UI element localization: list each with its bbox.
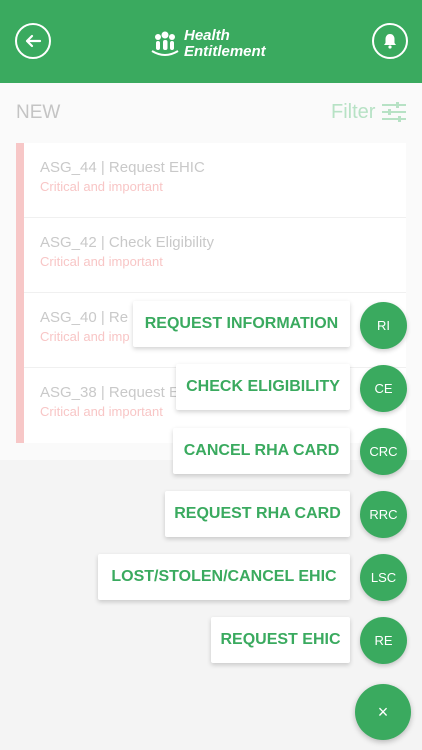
logo-line2: Entitlement xyxy=(184,43,266,60)
family-icon xyxy=(151,31,179,56)
request-title: ASG_44 | Request EHIC xyxy=(40,159,205,176)
app-logo: Health Entitlement xyxy=(150,28,266,60)
notifications-button[interactable] xyxy=(372,23,408,59)
request-information-button[interactable]: RI xyxy=(360,302,407,349)
bell-icon xyxy=(384,34,396,49)
app-header: Health Entitlement xyxy=(0,0,422,83)
sliders-icon xyxy=(382,102,407,122)
request-rha-card-label[interactable]: REQUEST RHA CARD xyxy=(165,491,350,537)
request-priority: Critical and important xyxy=(40,179,163,194)
logo-line1: Health xyxy=(184,27,230,44)
back-button[interactable] xyxy=(15,23,51,59)
check-eligibility-button[interactable]: CE xyxy=(360,365,407,412)
lost-stolen-cancel-ehic-button[interactable]: LSC xyxy=(360,554,407,601)
check-eligibility-label[interactable]: CHECK ELIGIBILITY xyxy=(176,364,350,410)
request-ehic-label[interactable]: REQUEST EHIC xyxy=(211,617,350,663)
request-ehic-button[interactable]: RE xyxy=(360,617,407,664)
list-item[interactable]: ASG_44 | Request EHIC Critical and impor… xyxy=(24,143,406,218)
arrow-left-icon xyxy=(25,34,42,48)
close-fab-button[interactable]: × xyxy=(355,684,411,740)
list-item[interactable]: ASG_42 | Check Eligibility Critical and … xyxy=(24,218,406,293)
request-title: ASG_42 | Check Eligibility xyxy=(40,234,214,251)
filter-button[interactable]: Filter xyxy=(331,100,407,124)
filter-label: Filter xyxy=(331,100,376,123)
request-rha-card-button[interactable]: RRC xyxy=(360,491,407,538)
request-priority: Critical and important xyxy=(40,254,163,269)
lost-stolen-cancel-ehic-label[interactable]: LOST/STOLEN/CANCEL EHIC xyxy=(98,554,350,600)
cancel-rha-card-button[interactable]: CRC xyxy=(360,428,407,475)
cancel-rha-card-label[interactable]: CANCEL RHA CARD xyxy=(173,428,350,474)
request-information-label[interactable]: REQUEST INFORMATION xyxy=(133,301,350,347)
section-title: NEW xyxy=(16,102,61,123)
